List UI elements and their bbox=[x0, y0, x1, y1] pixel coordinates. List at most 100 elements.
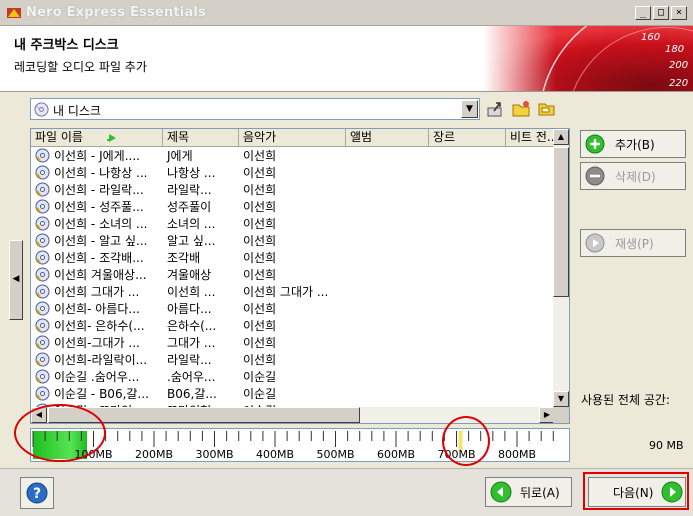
table-row[interactable]: 이선희 - 나항상 ... 나항상 ... 이선희 bbox=[31, 164, 555, 181]
audio-file-icon bbox=[35, 148, 50, 163]
scale-label: 500MB bbox=[316, 448, 354, 461]
cell-title: 그대가 ... bbox=[167, 336, 216, 350]
cell-artist: 이선희 bbox=[243, 319, 277, 333]
help-button[interactable]: ? bbox=[20, 477, 54, 509]
table-row[interactable]: 이순길 .숨어우... .숨어우... 이순길 bbox=[31, 368, 555, 385]
maximize-button[interactable]: □ bbox=[653, 6, 669, 20]
audio-file-icon bbox=[35, 267, 50, 282]
column-header-title[interactable]: 제목 bbox=[163, 129, 239, 147]
audio-file-icon bbox=[35, 199, 50, 214]
file-list-header: 파일 이름 제목 음악가 앨범 장르 비트 전... bbox=[31, 129, 555, 147]
window-controls: _ □ × bbox=[635, 6, 687, 20]
new-folder-icon[interactable] bbox=[511, 99, 531, 119]
cell-filename: 이선희 - 소녀의 ... bbox=[54, 217, 148, 231]
chevron-down-icon[interactable]: ▼ bbox=[461, 100, 478, 118]
page-title: 내 주크박스 디스크 bbox=[14, 38, 119, 53]
cell-artist: 이순길 bbox=[243, 387, 277, 401]
table-row[interactable]: 이선희- 아름다... 아름다... 이선희 bbox=[31, 300, 555, 317]
minus-icon bbox=[585, 166, 605, 186]
cell-title: 나항상 ... bbox=[167, 166, 216, 180]
cell-filename: 이선희-라일락이... bbox=[54, 353, 148, 367]
speedometer-graphic: 160 180 200 220 bbox=[483, 26, 693, 91]
scale-label: 400MB bbox=[256, 448, 294, 461]
add-button[interactable]: 추가(B) bbox=[580, 130, 686, 158]
title-bar: Nero Express Essentials _ □ × bbox=[0, 0, 693, 26]
table-row[interactable]: 이선희 - 성주풀... 성주풀이 이선희 bbox=[31, 198, 555, 215]
cell-filename: 이순길 .숨어우... bbox=[54, 370, 140, 384]
table-row[interactable]: 이선희 그대가 ... 이선희 ... 이선희 그대가 ... bbox=[31, 283, 555, 300]
cell-title: 라일락... bbox=[167, 353, 212, 367]
column-header-genre[interactable]: 장르 bbox=[429, 129, 506, 147]
table-row[interactable]: 이선희 - 알고 싶... 알고 싶... 이선희 bbox=[31, 232, 555, 249]
play-icon bbox=[585, 233, 605, 253]
cell-filename: 이선희-그대가 ... bbox=[54, 336, 140, 350]
cell-artist: 이선희 bbox=[243, 234, 277, 248]
cell-title: 아름다... bbox=[167, 302, 212, 316]
plus-icon bbox=[585, 134, 605, 154]
cell-filename: 이선희 그대가 ... bbox=[54, 285, 140, 299]
scale-label: 800MB bbox=[498, 448, 536, 461]
window-title: Nero Express Essentials bbox=[26, 5, 207, 20]
table-row[interactable]: 이선희 겨울애상... 겨울애상 이선희 bbox=[31, 266, 555, 283]
cell-title: 성주풀이 bbox=[167, 200, 212, 214]
svg-text:?: ? bbox=[33, 486, 41, 502]
sort-arrow-icon bbox=[107, 134, 116, 142]
cell-title: .숨어우... bbox=[167, 370, 216, 384]
cell-filename: 이선희 겨울애상... bbox=[54, 268, 147, 282]
annotation-circle-used-space bbox=[14, 404, 106, 462]
table-row[interactable]: 이선희- 은하수(... 은하수(... 이선희 bbox=[31, 317, 555, 334]
page-subtitle: 레코딩할 오디오 파일 추가 bbox=[14, 60, 147, 74]
disc-icon bbox=[34, 102, 49, 117]
column-header-album[interactable]: 앨범 bbox=[346, 129, 429, 147]
cell-filename: 이선희 - J에게.... bbox=[54, 149, 140, 163]
folder-icon[interactable] bbox=[537, 99, 557, 119]
wizard-header: 내 주크박스 디스크 레코딩할 오디오 파일 추가 160 180 200 22… bbox=[0, 26, 693, 92]
audio-file-icon bbox=[35, 165, 50, 180]
cell-artist: 이선희 bbox=[243, 251, 277, 265]
minimize-button[interactable]: _ bbox=[635, 6, 651, 20]
total-space-label: 사용된 전체 공간: bbox=[581, 393, 670, 407]
vertical-scrollbar[interactable]: ▲ ▼ bbox=[553, 129, 569, 407]
file-rows: 이선희 - J에게.... J에게 이선희 이선희 - 나항상 ... 나항상 ... 이… bbox=[31, 147, 555, 419]
cell-filename: 이선희 - 성주풀... bbox=[54, 200, 144, 214]
table-row[interactable]: 이선희 - 소녀의 ... 소녀의 ... 이선희 bbox=[31, 215, 555, 232]
audio-file-icon bbox=[35, 216, 50, 231]
cell-title: J에게 bbox=[167, 149, 193, 163]
cell-artist: 이선희 그대가 ... bbox=[243, 285, 329, 299]
vertical-scroll-thumb[interactable] bbox=[553, 147, 569, 297]
disc-dropdown[interactable]: 내 디스크 ▼ bbox=[30, 98, 480, 120]
cell-artist: 이순길 bbox=[243, 370, 277, 384]
table-row[interactable]: 이선희 - 조각배... 조각배 이선희 bbox=[31, 249, 555, 266]
table-row[interactable]: 이선희-라일락이... 라일락... 이선희 bbox=[31, 351, 555, 368]
table-row[interactable]: 이선희-그대가 ... 그대가 ... 이선희 bbox=[31, 334, 555, 351]
cell-filename: 이선희 - 조각배... bbox=[54, 251, 144, 265]
cell-filename: 이순길 - B06,갈... bbox=[54, 387, 149, 401]
audio-file-icon bbox=[35, 318, 50, 333]
arrow-left-icon bbox=[490, 481, 512, 503]
close-button[interactable]: × bbox=[671, 6, 687, 20]
cell-filename: 이선희 - 알고 싶... bbox=[54, 234, 148, 248]
disc-dropdown-value: 내 디스크 bbox=[53, 104, 101, 118]
delete-button[interactable]: 삭제(D) bbox=[580, 162, 686, 190]
nero-app-icon bbox=[7, 8, 21, 18]
cell-title: B06,갈... bbox=[167, 387, 217, 401]
back-button[interactable]: 뒤로(A) bbox=[485, 477, 572, 507]
collapse-panel-handle[interactable]: ◀ bbox=[9, 240, 23, 320]
table-row[interactable]: 이선희 - J에게.... J에게 이선희 bbox=[31, 147, 555, 164]
annotation-circle-700mb bbox=[442, 416, 490, 466]
column-header-bitrate[interactable]: 비트 전... bbox=[506, 129, 555, 147]
cell-artist: 이선희 bbox=[243, 166, 277, 180]
column-header-artist[interactable]: 음악가 bbox=[239, 129, 346, 147]
file-list: 파일 이름 제목 음악가 앨범 장르 비트 전... 이선희 - J에게....… bbox=[30, 128, 570, 424]
scroll-down-button[interactable]: ▼ bbox=[553, 391, 569, 407]
audio-file-icon bbox=[35, 352, 50, 367]
play-button[interactable]: 재생(P) bbox=[580, 229, 686, 257]
export-icon[interactable] bbox=[485, 99, 505, 119]
column-header-filename[interactable]: 파일 이름 bbox=[31, 129, 163, 147]
total-space-value: 90 MB bbox=[649, 439, 684, 452]
audio-file-icon bbox=[35, 335, 50, 350]
table-row[interactable]: 이순길 - B06,갈... B06,갈... 이순길 bbox=[31, 385, 555, 402]
cell-title: 겨울애상 bbox=[167, 268, 212, 282]
scroll-up-button[interactable]: ▲ bbox=[553, 129, 569, 145]
table-row[interactable]: 이선희 - 라일락... 라일락... 이선희 bbox=[31, 181, 555, 198]
